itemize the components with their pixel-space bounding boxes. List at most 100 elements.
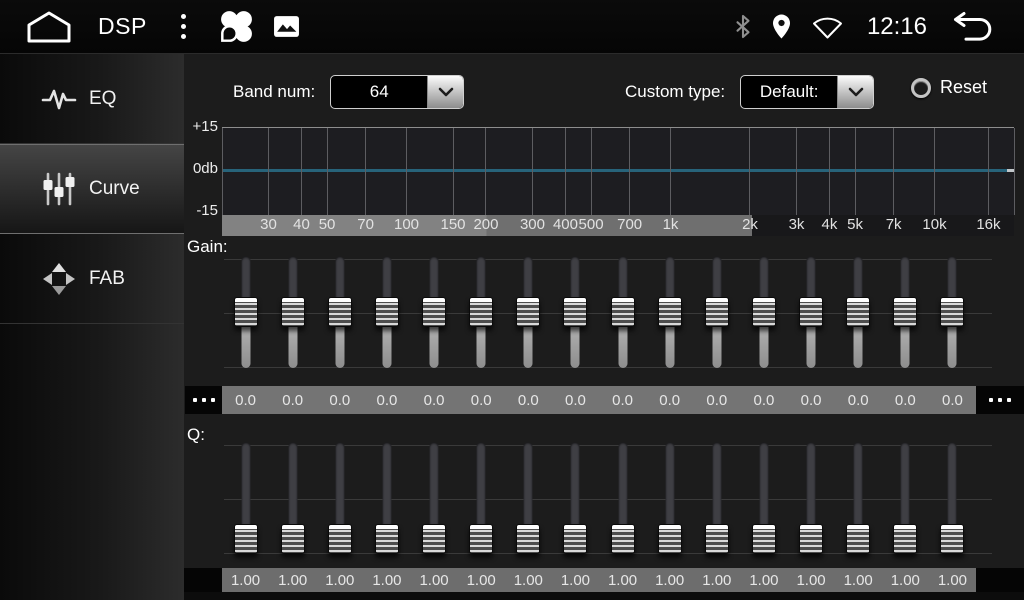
- gain-slider[interactable]: [269, 250, 316, 374]
- gain-slider-thumb[interactable]: [658, 297, 682, 327]
- overflow-menu-icon[interactable]: [175, 8, 192, 45]
- q-slider-thumb[interactable]: [658, 524, 682, 554]
- custom-type-group: Custom type: Default:: [625, 75, 874, 109]
- chevron-down-icon[interactable]: [427, 76, 463, 108]
- q-slider[interactable]: [363, 436, 410, 560]
- q-slider[interactable]: [458, 436, 505, 560]
- gain-slider[interactable]: [363, 250, 410, 374]
- gain-more-right-button[interactable]: [976, 386, 1024, 414]
- gain-slider[interactable]: [646, 250, 693, 374]
- reset-radio-icon[interactable]: [911, 78, 931, 98]
- sidebar-item-eq[interactable]: EQ: [0, 54, 184, 144]
- back-arrow-icon: [949, 10, 996, 44]
- gain-slider-thumb[interactable]: [281, 297, 305, 327]
- gain-more-left-button[interactable]: [185, 386, 222, 414]
- q-slider-thumb[interactable]: [611, 524, 635, 554]
- gain-slider[interactable]: [788, 250, 835, 374]
- gain-slider-thumb[interactable]: [375, 297, 399, 327]
- gain-slider-thumb[interactable]: [705, 297, 729, 327]
- q-slider[interactable]: [222, 436, 269, 560]
- freq-tick-label: 50: [319, 216, 336, 233]
- curve-panel: Band num: 64 Custom type: Default: Reset…: [184, 54, 1024, 600]
- gallery-button[interactable]: [273, 15, 300, 38]
- q-slider-thumb[interactable]: [516, 524, 540, 554]
- gain-slider-thumb[interactable]: [940, 297, 964, 327]
- gain-value: 0.0: [646, 386, 693, 414]
- gain-slider-thumb[interactable]: [752, 297, 776, 327]
- gain-value: 0.0: [835, 386, 882, 414]
- gain-slider-thumb[interactable]: [563, 297, 587, 327]
- q-value: 1.00: [458, 568, 505, 592]
- q-slider-thumb[interactable]: [328, 524, 352, 554]
- gain-slider[interactable]: [929, 250, 976, 374]
- q-slider[interactable]: [740, 436, 787, 560]
- q-slider[interactable]: [929, 436, 976, 560]
- gain-slider[interactable]: [693, 250, 740, 374]
- band-num-dropdown[interactable]: 64: [330, 75, 464, 109]
- gain-slider-thumb[interactable]: [893, 297, 917, 327]
- gain-slider[interactable]: [505, 250, 552, 374]
- gain-slider[interactable]: [835, 250, 882, 374]
- gain-slider[interactable]: [740, 250, 787, 374]
- freq-tick-label: 2k: [742, 216, 758, 233]
- chevron-down-icon[interactable]: [837, 76, 873, 108]
- gain-value: 0.0: [505, 386, 552, 414]
- q-slider-thumb[interactable]: [799, 524, 823, 554]
- q-slider[interactable]: [269, 436, 316, 560]
- gain-sliders: [222, 250, 1014, 374]
- sidebar: EQ Curve: [0, 54, 184, 600]
- gain-slider-thumb[interactable]: [846, 297, 870, 327]
- q-slider-thumb[interactable]: [234, 524, 258, 554]
- q-slider-thumb[interactable]: [281, 524, 305, 554]
- sidebar-item-curve[interactable]: Curve: [0, 144, 184, 234]
- dsp-screen: DSP: [0, 0, 1024, 600]
- q-value: 1.00: [222, 568, 269, 592]
- gain-slider-thumb[interactable]: [516, 297, 540, 327]
- gain-slider-thumb[interactable]: [469, 297, 493, 327]
- custom-type-dropdown[interactable]: Default:: [740, 75, 874, 109]
- q-slider-thumb[interactable]: [469, 524, 493, 554]
- home-button[interactable]: [26, 10, 72, 44]
- q-slider-thumb[interactable]: [705, 524, 729, 554]
- q-slider[interactable]: [835, 436, 882, 560]
- gain-value: 0.0: [740, 386, 787, 414]
- wifi-icon: [810, 14, 845, 40]
- q-slider[interactable]: [882, 436, 929, 560]
- q-slider[interactable]: [788, 436, 835, 560]
- reset-control[interactable]: Reset: [911, 77, 987, 98]
- gain-slider-thumb[interactable]: [611, 297, 635, 327]
- gain-slider[interactable]: [222, 250, 269, 374]
- zero-db-line: [222, 169, 1014, 172]
- gain-slider[interactable]: [316, 250, 363, 374]
- gain-slider[interactable]: [599, 250, 646, 374]
- q-slider[interactable]: [552, 436, 599, 560]
- gain-slider[interactable]: [552, 250, 599, 374]
- q-left-cap: [184, 568, 222, 592]
- gain-slider-thumb[interactable]: [422, 297, 446, 327]
- back-button[interactable]: [949, 10, 996, 44]
- gain-slider-thumb[interactable]: [799, 297, 823, 327]
- q-slider-thumb[interactable]: [893, 524, 917, 554]
- gain-slider[interactable]: [882, 250, 929, 374]
- freq-tick-label: 500: [579, 216, 604, 233]
- gain-slider[interactable]: [458, 250, 505, 374]
- apps-button[interactable]: [218, 8, 255, 45]
- q-slider-thumb[interactable]: [846, 524, 870, 554]
- q-slider-thumb[interactable]: [563, 524, 587, 554]
- q-slider[interactable]: [599, 436, 646, 560]
- q-slider-thumb[interactable]: [422, 524, 446, 554]
- q-slider-thumb[interactable]: [940, 524, 964, 554]
- q-slider-thumb[interactable]: [752, 524, 776, 554]
- q-slider[interactable]: [411, 436, 458, 560]
- sidebar-item-fab[interactable]: FAB: [0, 234, 184, 324]
- gain-slider-thumb[interactable]: [234, 297, 258, 327]
- q-slider[interactable]: [693, 436, 740, 560]
- q-slider[interactable]: [505, 436, 552, 560]
- q-slider-thumb[interactable]: [375, 524, 399, 554]
- gain-slider-thumb[interactable]: [328, 297, 352, 327]
- sliders-icon: [40, 172, 78, 206]
- gain-slider[interactable]: [411, 250, 458, 374]
- q-slider[interactable]: [316, 436, 363, 560]
- q-value: 1.00: [929, 568, 976, 592]
- q-slider[interactable]: [646, 436, 693, 560]
